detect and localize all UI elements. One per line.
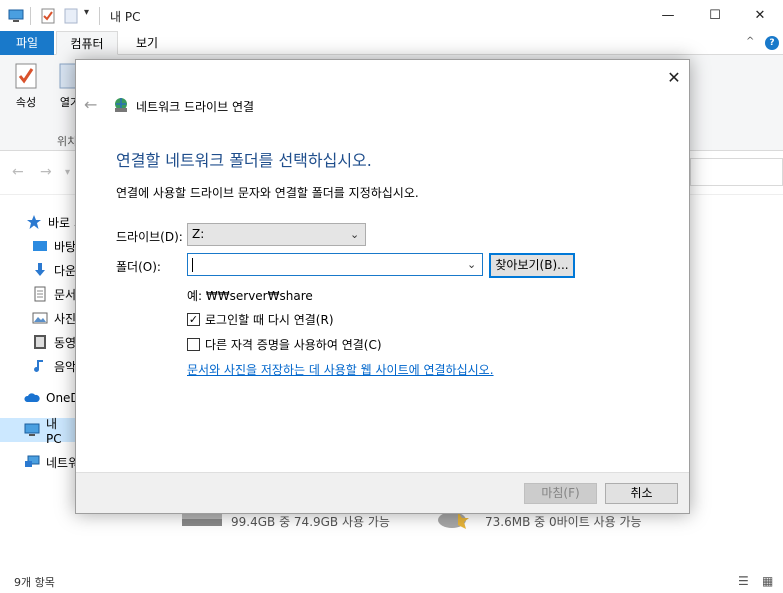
drive-dvd-space: 73.6MB 중 0바이트 사용 가능 [485, 515, 642, 529]
other-credentials-label: 다른 자격 증명을 사용하여 연결(C) [205, 338, 382, 352]
properties-label: 속성 [15, 96, 37, 109]
maximize-button[interactable]: ☐ [692, 0, 738, 31]
browse-button[interactable]: 찾아보기(B)... [489, 253, 575, 278]
cancel-button[interactable]: 취소 [605, 483, 678, 504]
chevron-down-icon: ⌄ [350, 228, 360, 241]
map-network-drive-dialog: ✕ ← 네트워크 드라이브 연결 연결할 네트워크 폴더를 선택하십시오. 연결… [75, 59, 690, 514]
picture-icon [32, 312, 48, 324]
tab-computer[interactable]: 컴퓨터 [56, 31, 118, 55]
use-other-credentials-checkbox[interactable]: 다른 자격 증명을 사용하여 연결(C) [187, 336, 382, 353]
tab-file[interactable]: 파일 [0, 31, 54, 55]
dialog-description: 연결에 사용할 드라이브 문자와 연결할 폴더를 지정하십시오. [116, 186, 419, 200]
sidebar-item-label: 동영 [54, 335, 77, 350]
sidebar-item-label: 문서 [54, 287, 77, 302]
close-button[interactable]: ✕ [737, 0, 783, 31]
properties-button[interactable]: 속성 [10, 63, 42, 110]
ribbon-tabs: 파일 컴퓨터 보기 [0, 31, 783, 55]
dialog-back-arrow-icon[interactable]: ← [84, 95, 97, 114]
help-icon[interactable]: ? [765, 36, 779, 50]
explorer-titlebar: ▾ 내 PC — ☐ ✕ [0, 0, 783, 31]
checkbox-checked[interactable]: ✓ [187, 313, 200, 326]
chevron-down-icon[interactable]: ⌄ [467, 254, 476, 275]
music-icon [34, 360, 43, 372]
forward-arrow-icon[interactable]: → [40, 164, 52, 180]
dialog-close-button[interactable]: ✕ [664, 68, 684, 88]
titlebar-separator [99, 7, 100, 25]
dialog-title: 네트워크 드라이브 연결 [136, 100, 255, 114]
properties-quick-icon[interactable] [40, 8, 56, 24]
folder-example-text: 예: ₩₩server₩share [187, 289, 313, 303]
collapse-ribbon-icon[interactable]: ^ [746, 36, 754, 47]
tiles-view-icon[interactable]: ▦ [762, 574, 773, 588]
network-drive-icon [115, 98, 127, 112]
folder-label: 폴더(O): [116, 260, 161, 274]
drive-c-space: 99.4GB 중 74.9GB 사용 가능 [231, 515, 390, 529]
folder-path-input[interactable]: ⌄ [187, 253, 483, 276]
details-view-icon[interactable]: ☰ [738, 574, 749, 588]
sidebar-item-this-pc[interactable]: 내 PC [0, 417, 76, 446]
finish-button[interactable]: 마침(F) [524, 483, 597, 504]
window-title: 내 PC [110, 10, 141, 24]
desktop-icon [33, 241, 47, 251]
sidebar-item-label: 음악 [54, 359, 77, 374]
drive-label: 드라이브(D): [116, 230, 183, 244]
network-icon [25, 455, 40, 467]
pc-icon [24, 423, 40, 436]
document-icon [34, 286, 46, 302]
sidebar-item-label: 사진 [54, 311, 77, 326]
connect-website-link[interactable]: 문서와 사진을 저장하는 데 사용할 웹 사이트에 연결하십시오. [187, 361, 494, 378]
quick-access-dropdown-icon[interactable]: ▾ [84, 7, 89, 18]
tab-view[interactable]: 보기 [122, 31, 172, 55]
sidebar-item-label: 다운 [54, 263, 77, 278]
video-icon [34, 335, 46, 349]
download-icon [35, 263, 45, 276]
sidebar-item-label: 바탕 [54, 239, 77, 254]
search-box[interactable] [690, 158, 783, 186]
status-bar: 9개 항목 ☰ ▦ [0, 570, 783, 593]
reconnect-label: 로그인할 때 다시 연결(R) [205, 313, 334, 327]
cloud-icon [24, 393, 40, 402]
sidebar-item-label: 내 PC [46, 416, 62, 446]
item-count: 9개 항목 [14, 576, 55, 589]
text-cursor [192, 258, 193, 272]
titlebar-separator [30, 7, 31, 25]
star-icon [27, 215, 41, 229]
checkbox-unchecked[interactable] [187, 338, 200, 351]
drive-letter-select[interactable]: Z: ⌄ [187, 223, 366, 246]
dialog-heading: 연결할 네트워크 폴더를 선택하십시오. [116, 151, 372, 170]
drive-letter-value: Z: [192, 227, 205, 241]
minimize-button[interactable]: — [645, 0, 691, 31]
new-folder-quick-icon[interactable] [63, 8, 79, 24]
properties-icon [15, 63, 37, 89]
back-arrow-icon[interactable]: ← [12, 164, 24, 180]
pc-icon [8, 9, 24, 22]
recent-dropdown-icon[interactable]: ▾ [65, 167, 70, 178]
dialog-footer: 마침(F) 취소 [76, 472, 689, 513]
reconnect-at-signin-checkbox[interactable]: ✓ 로그인할 때 다시 연결(R) [187, 311, 334, 328]
